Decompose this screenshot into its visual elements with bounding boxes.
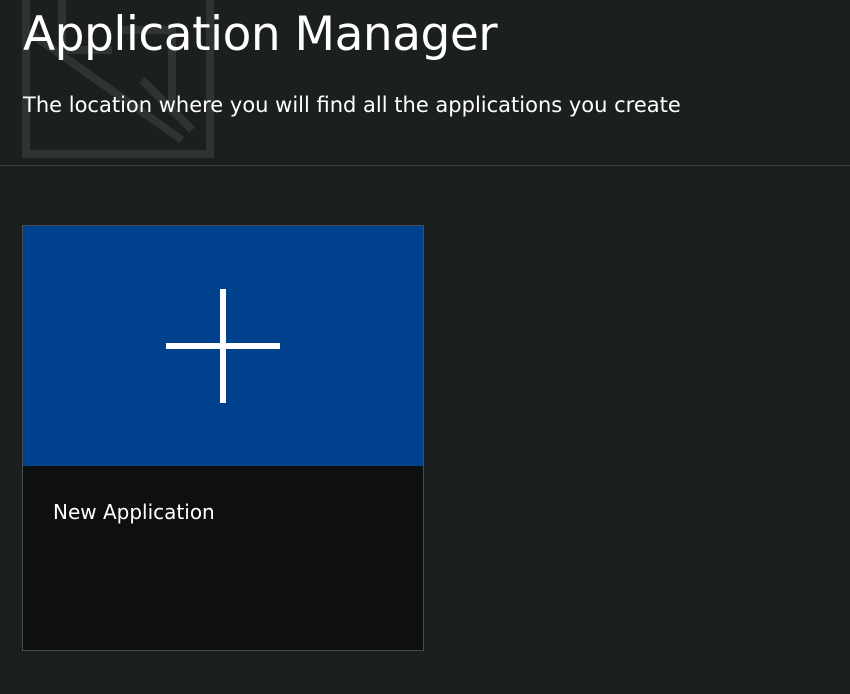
page-title: Application Manager bbox=[23, 7, 498, 62]
page-header: Application Manager The location where y… bbox=[0, 0, 850, 166]
application-tiles: New Application bbox=[22, 225, 424, 651]
plus-icon bbox=[166, 289, 280, 403]
tile-banner bbox=[23, 226, 423, 466]
page-subtitle: The location where you will find all the… bbox=[23, 93, 681, 117]
new-application-tile[interactable]: New Application bbox=[22, 225, 424, 651]
new-application-label: New Application bbox=[53, 500, 215, 524]
application-manager-page: Application Manager The location where y… bbox=[0, 0, 850, 694]
